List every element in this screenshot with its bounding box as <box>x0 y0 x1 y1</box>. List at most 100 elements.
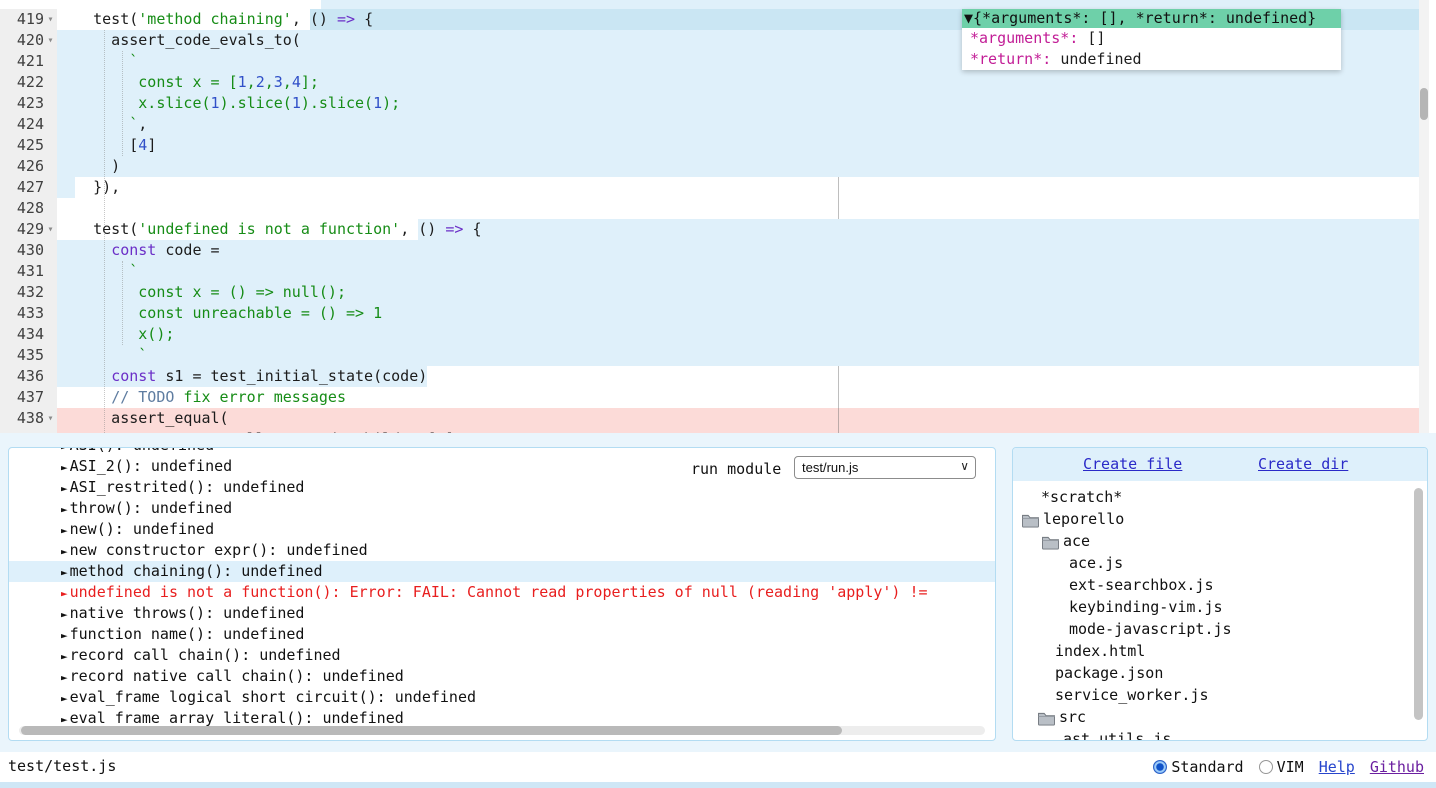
expand-arrow-icon[interactable]: ► <box>61 671 68 684</box>
tree-folder-row[interactable]: ace <box>1013 530 1427 552</box>
line-number[interactable]: 436 <box>17 366 44 387</box>
fold-arrow-icon[interactable]: ▾ <box>44 408 57 429</box>
run-module-select[interactable]: test/run.js <box>794 456 976 479</box>
editor-gutter[interactable]: 419▾420▾421422423424425426427428429▾4304… <box>0 9 57 433</box>
fold-arrow-icon[interactable]: ▾ <box>44 9 57 30</box>
gutter-line[interactable]: 433 <box>0 303 57 324</box>
keybinding-vim-option[interactable]: VIM <box>1259 757 1304 778</box>
results-hscrollbar-thumb[interactable] <box>21 726 842 735</box>
result-row[interactable]: ►new constructor expr(): undefined <box>9 540 995 561</box>
radio-selected-icon[interactable] <box>1153 760 1167 774</box>
result-row[interactable]: ►undefined is not a function(): Error: F… <box>9 582 995 603</box>
code-line[interactable]: assert_equal( <box>57 408 1419 429</box>
result-row[interactable]: ►ASI_restrited(): undefined <box>9 477 995 498</box>
github-link[interactable]: Github <box>1370 757 1424 778</box>
tree-file-row[interactable]: ext-searchbox.js <box>1013 574 1427 596</box>
code-line[interactable]: x(); <box>57 324 1419 345</box>
code-line[interactable]: [4] <box>57 135 1419 156</box>
line-number[interactable]: 424 <box>17 114 44 135</box>
line-number[interactable]: 437 <box>17 387 44 408</box>
result-row[interactable]: ►method chaining(): undefined <box>9 561 995 582</box>
create-file-link[interactable]: Create file <box>1083 454 1182 475</box>
line-number[interactable]: 426 <box>17 156 44 177</box>
value-tooltip-header[interactable]: ▼{*arguments*: [], *return*: undefined} <box>962 9 1341 28</box>
tree-file-row[interactable]: service_worker.js <box>1013 684 1427 706</box>
code-line[interactable]: ` <box>57 345 1419 366</box>
line-number[interactable]: 425 <box>17 135 44 156</box>
code-line[interactable]: test('undefined is not a function', () =… <box>57 219 1419 240</box>
line-number[interactable]: 431 <box>17 261 44 282</box>
gutter-line[interactable]: 434 <box>0 324 57 345</box>
gutter-line[interactable]: 422 <box>0 72 57 93</box>
result-row[interactable]: ►eval_frame logical short circuit(): und… <box>9 687 995 708</box>
expand-arrow-icon[interactable]: ► <box>61 566 68 579</box>
tree-file-row[interactable]: ast_utils.js <box>1013 728 1427 741</box>
line-number[interactable]: 430 <box>17 240 44 261</box>
gutter-line[interactable]: 432 <box>0 282 57 303</box>
keybinding-standard-option[interactable]: Standard <box>1153 757 1243 778</box>
line-number[interactable]: 421 <box>17 51 44 72</box>
gutter-line[interactable]: 423 <box>0 93 57 114</box>
fold-arrow-icon[interactable]: ▾ <box>44 219 57 240</box>
line-number[interactable]: 428 <box>17 198 44 219</box>
line-number[interactable]: 420 <box>17 30 44 51</box>
gutter-line[interactable]: 425 <box>0 135 57 156</box>
editor-scrollbar-thumb[interactable] <box>1420 88 1428 120</box>
gutter-line[interactable]: 424 <box>0 114 57 135</box>
result-row[interactable]: ►native throws(): undefined <box>9 603 995 624</box>
result-row[interactable]: ►record native call chain(): undefined <box>9 666 995 687</box>
line-number[interactable]: 438 <box>17 408 44 429</box>
tree-file-row[interactable]: keybinding-vim.js <box>1013 596 1427 618</box>
gutter-line[interactable]: 431 <box>0 261 57 282</box>
gutter-line[interactable]: 436 <box>0 366 57 387</box>
line-number[interactable]: 435 <box>17 345 44 366</box>
line-number[interactable]: 434 <box>17 324 44 345</box>
tree-file-row[interactable]: index.html <box>1013 640 1427 662</box>
expand-arrow-icon[interactable]: ► <box>61 713 68 726</box>
line-number[interactable]: 419 <box>17 9 44 30</box>
expand-arrow-icon[interactable]: ► <box>61 482 68 495</box>
gutter-line[interactable]: 429▾ <box>0 219 57 240</box>
code-line[interactable]: x.slice(1).slice(1).slice(1); <box>57 93 1419 114</box>
expand-arrow-icon[interactable]: ► <box>61 692 68 705</box>
line-number[interactable]: 422 <box>17 72 44 93</box>
code-line[interactable]: const code = <box>57 240 1419 261</box>
line-number[interactable]: 432 <box>17 282 44 303</box>
result-row[interactable]: ►ASI(): undefined <box>9 447 995 456</box>
result-row[interactable]: ►new(): undefined <box>9 519 995 540</box>
tree-file-row[interactable]: ace.js <box>1013 552 1427 574</box>
code-line[interactable]: ` <box>57 261 1419 282</box>
line-number[interactable]: 423 <box>17 93 44 114</box>
radio-unselected-icon[interactable] <box>1259 760 1273 774</box>
gutter-line[interactable]: 420▾ <box>0 30 57 51</box>
create-dir-link[interactable]: Create dir <box>1258 454 1348 475</box>
tree-folder-row[interactable]: src <box>1013 706 1427 728</box>
tree-file-row[interactable]: mode-javascript.js <box>1013 618 1427 640</box>
tree-scrollbar-thumb[interactable] <box>1414 488 1423 720</box>
gutter-line[interactable]: 419▾ <box>0 9 57 30</box>
code-line[interactable]: const x = () => null(); <box>57 282 1419 303</box>
result-row[interactable]: ►record call chain(): undefined <box>9 645 995 666</box>
tree-folder-row[interactable]: leporello <box>1013 508 1427 530</box>
line-number[interactable]: 427 <box>17 177 44 198</box>
expand-arrow-icon[interactable]: ► <box>61 650 68 663</box>
results-hscrollbar-track[interactable] <box>19 726 985 735</box>
gutter-line[interactable]: 427 <box>0 177 57 198</box>
expand-arrow-icon[interactable]: ► <box>61 447 68 453</box>
expand-arrow-icon[interactable]: ► <box>61 629 68 642</box>
tree-file-row[interactable]: *scratch* <box>1013 486 1427 508</box>
expand-arrow-icon[interactable]: ► <box>61 545 68 558</box>
expand-arrow-icon[interactable]: ► <box>61 524 68 537</box>
gutter-line[interactable]: 437 <box>0 387 57 408</box>
code-line[interactable]: const x = [1,2,3,4]; <box>57 72 1419 93</box>
gutter-line[interactable]: 428 <box>0 198 57 219</box>
expand-arrow-icon[interactable]: ► <box>61 461 68 474</box>
result-row[interactable]: ►function name(): undefined <box>9 624 995 645</box>
line-number[interactable]: 433 <box>17 303 44 324</box>
gutter-line[interactable]: 438▾ <box>0 408 57 429</box>
expand-arrow-icon[interactable]: ► <box>61 608 68 621</box>
line-number[interactable]: 429 <box>17 219 44 240</box>
editor-scrollbar-track[interactable] <box>1419 0 1429 433</box>
code-line[interactable] <box>57 198 1419 219</box>
gutter-line[interactable]: 426 <box>0 156 57 177</box>
